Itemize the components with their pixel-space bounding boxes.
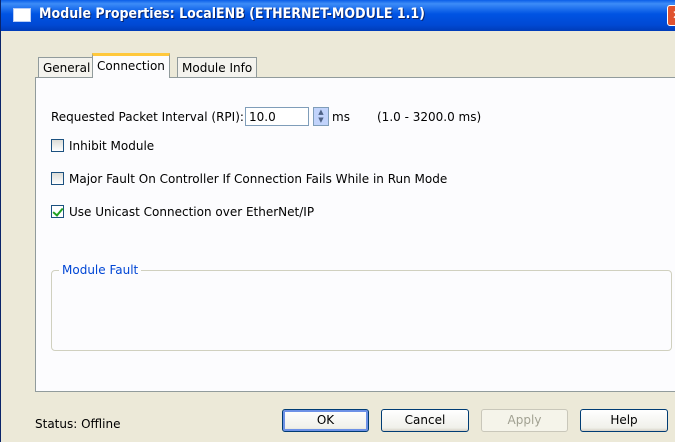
tab-module-info[interactable]: Module Info — [177, 57, 258, 77]
window-title: Module Properties: LocalENB (ETHERNET-MO… — [39, 6, 425, 22]
major-fault-checkbox[interactable] — [51, 172, 64, 185]
rpi-spinner[interactable]: ▲ ▼ — [313, 107, 329, 126]
window-icon — [13, 8, 31, 22]
rpi-input[interactable] — [245, 107, 309, 126]
inhibit-module-checkbox[interactable] — [51, 139, 64, 152]
apply-button[interactable]: Apply — [481, 409, 568, 432]
ok-button[interactable]: OK — [282, 409, 369, 432]
module-fault-group — [51, 270, 672, 351]
tab-connection[interactable]: Connection — [92, 53, 170, 78]
tab-general[interactable]: General — [38, 57, 96, 77]
status-text: Status: Offline — [35, 417, 121, 431]
major-fault-label: Major Fault On Controller If Connection … — [69, 172, 448, 186]
rpi-label: Requested Packet Interval (RPI): — [51, 110, 244, 124]
spin-up-icon[interactable]: ▲ — [314, 108, 328, 116]
spin-down-icon[interactable]: ▼ — [314, 116, 328, 124]
rpi-range: (1.0 - 3200.0 ms) — [377, 110, 482, 124]
module-properties-dialog: Module Properties: LocalENB (ETHERNET-MO… — [0, 0, 675, 442]
close-icon[interactable]: ✕ — [667, 5, 675, 26]
inhibit-module-label: Inhibit Module — [69, 139, 155, 153]
unicast-label: Use Unicast Connection over EtherNet/IP — [69, 205, 315, 219]
cancel-button[interactable]: Cancel — [381, 409, 469, 432]
module-fault-legend: Module Fault — [59, 263, 142, 277]
title-bar[interactable]: Module Properties: LocalENB (ETHERNET-MO… — [1, 0, 675, 31]
rpi-unit: ms — [332, 110, 350, 124]
help-button[interactable]: Help — [580, 409, 668, 432]
unicast-checkbox[interactable] — [51, 205, 64, 218]
